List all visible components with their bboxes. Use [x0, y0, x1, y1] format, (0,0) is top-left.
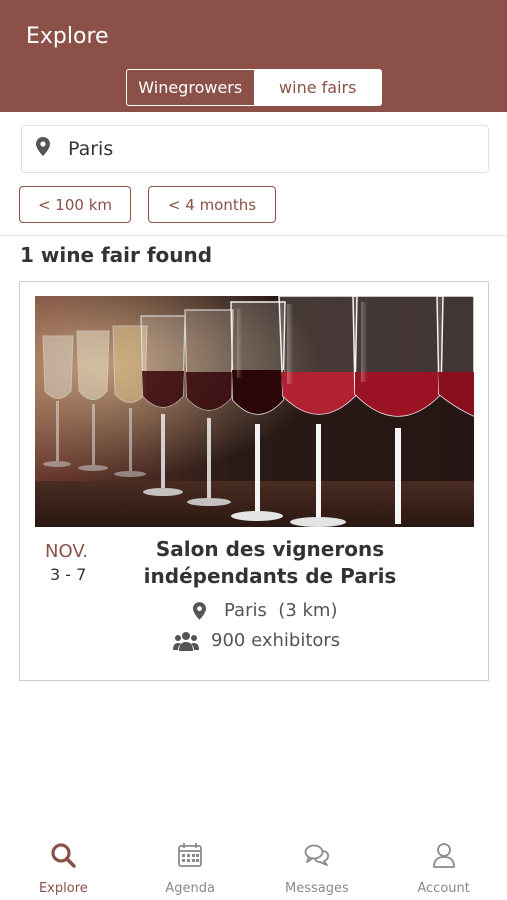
wine-fair-card[interactable]: NOV. 3 - 7 Salon des vignerons indépenda… [19, 281, 489, 681]
period-filter-button[interactable]: < 4 months [148, 186, 276, 223]
event-exhibitors: 900 exhibitors [173, 630, 340, 651]
segment-wine-fairs[interactable]: wine fairs [254, 70, 381, 105]
location-search-field[interactable]: Paris [21, 125, 489, 173]
user-icon [431, 842, 457, 873]
tab-agenda-label: Agenda [165, 881, 215, 896]
event-exhibitors-text: 900 exhibitors [211, 630, 341, 651]
event-title-line-1: Salon des vignerons [155, 537, 385, 561]
results-count: 1 wine fair found [20, 243, 213, 267]
distance-filter-button[interactable]: < 100 km [19, 186, 131, 223]
location-pin-icon [36, 137, 50, 161]
chat-bubbles-icon [304, 842, 330, 873]
tab-messages[interactable]: Messages [254, 830, 381, 900]
event-location-text: Paris (3 km) [224, 600, 338, 621]
tab-messages-label: Messages [285, 881, 349, 896]
wine-glasses-photo [35, 296, 474, 527]
event-days: 3 - 7 [50, 565, 87, 584]
tab-account[interactable]: Account [380, 830, 507, 900]
tab-agenda[interactable]: Agenda [127, 830, 254, 900]
location-pin-icon [186, 601, 212, 620]
top-bar: Explore Winegrowers wine fairs [0, 0, 507, 112]
search-input-value[interactable]: Paris [68, 138, 113, 160]
event-month: NOV. [45, 541, 89, 562]
search-icon [50, 842, 77, 873]
bottom-tab-bar: Explore Agenda Messages Account [0, 830, 507, 900]
event-title: Salon des vignerons indépendants de Pari… [120, 536, 420, 590]
divider [0, 235, 507, 236]
users-group-icon [173, 631, 199, 651]
segment-winegrowers[interactable]: Winegrowers [127, 70, 255, 105]
tab-explore-label: Explore [38, 881, 88, 896]
calendar-icon [177, 842, 203, 873]
page-title: Explore [26, 24, 109, 49]
tab-account-label: Account [417, 881, 470, 896]
event-title-line-2: indépendants de Paris [143, 564, 397, 588]
segmented-control: Winegrowers wine fairs [126, 69, 382, 106]
tab-explore[interactable]: Explore [0, 830, 127, 900]
event-location: Paris (3 km) [186, 600, 337, 621]
